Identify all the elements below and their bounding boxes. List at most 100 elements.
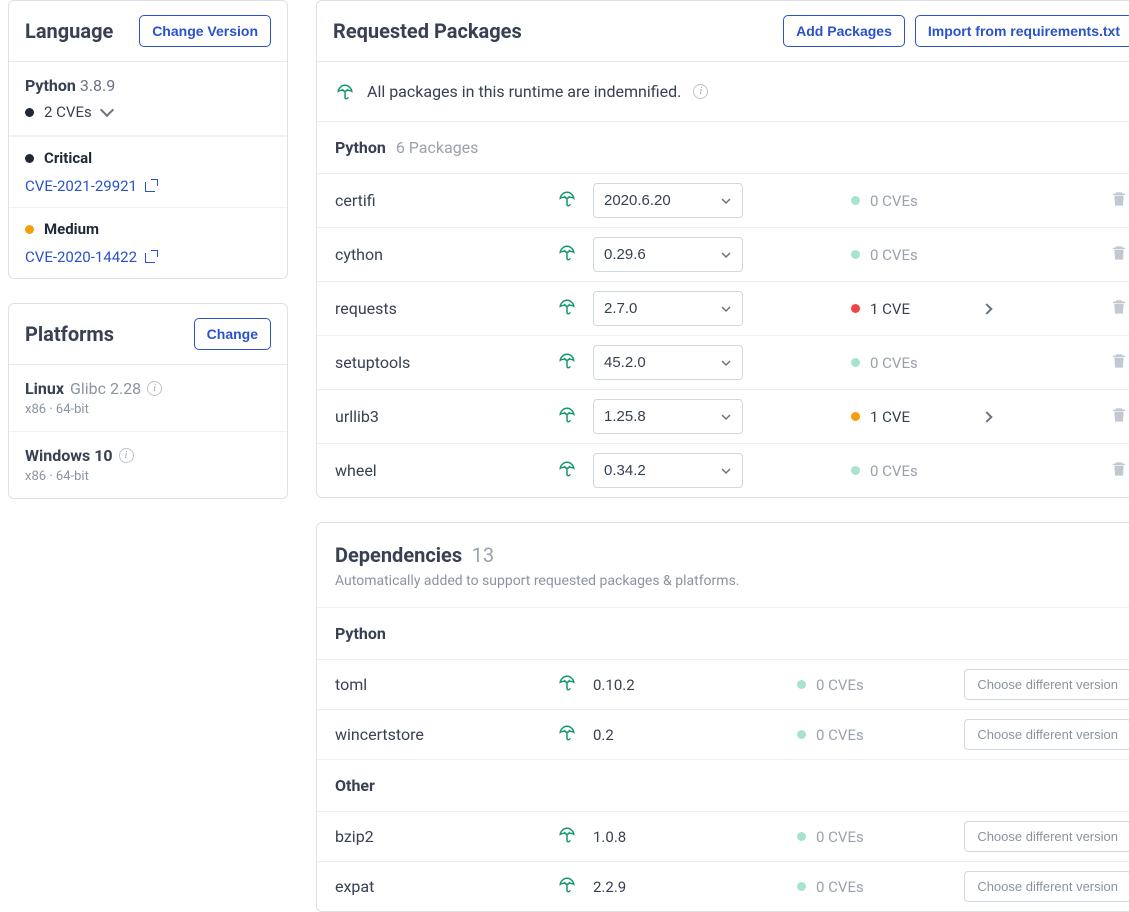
dependency-cve-status: 0 CVEs	[797, 676, 917, 694]
package-row: certifi 2020.6.20 0 CVEs	[317, 173, 1129, 227]
cve-count-text: 0 CVEs	[816, 676, 864, 694]
delete-package-button[interactable]	[1111, 298, 1129, 320]
delete-package-button[interactable]	[1111, 460, 1129, 482]
dependency-row: toml 0.10.2 0 CVEs Choose different vers…	[317, 659, 1129, 709]
cve-link[interactable]: CVE-2020-14422	[25, 248, 157, 266]
cve-count-text: 0 CVEs	[816, 878, 864, 896]
umbrella-icon	[557, 724, 577, 742]
dependency-group-label: Python	[317, 607, 1129, 659]
platforms-title: Platforms	[25, 322, 114, 346]
cve-count-text: 0 CVEs	[816, 726, 864, 744]
cve-dot-icon	[851, 358, 860, 367]
cve-dot-icon	[851, 196, 860, 205]
package-row: requests 2.7.0 1 CVE	[317, 281, 1129, 335]
package-group-header: Python 6 Packages	[317, 122, 1129, 173]
platform-arch: x86 · 64-bit	[25, 469, 271, 484]
cve-link[interactable]: CVE-2021-29921	[25, 177, 157, 195]
delete-package-button[interactable]	[1111, 352, 1129, 374]
packages-title: Requested Packages	[333, 19, 522, 43]
cve-dot-icon	[851, 304, 860, 313]
package-cve-status[interactable]: 1 CVE	[851, 408, 971, 426]
version-select[interactable]: 0.34.2	[593, 453, 743, 488]
info-icon[interactable]: i	[147, 381, 162, 396]
change-version-button[interactable]: Change Version	[139, 15, 271, 47]
package-cve-status: 0 CVEs	[851, 354, 971, 372]
dependencies-title: Dependencies	[335, 543, 462, 567]
chevron-down-icon	[100, 103, 114, 117]
delete-package-button[interactable]	[1111, 406, 1129, 428]
dependency-name: expat	[335, 877, 545, 896]
change-platforms-button[interactable]: Change	[194, 318, 271, 350]
info-icon[interactable]: i	[693, 84, 708, 99]
chevron-right-icon	[981, 411, 992, 422]
cve-count-text: 1 CVE	[870, 408, 910, 426]
version-select[interactable]: 2020.6.20	[593, 183, 743, 218]
language-name: Python	[25, 76, 76, 95]
umbrella-icon	[557, 826, 577, 844]
dependency-name: wincertstore	[335, 725, 545, 744]
package-name: cython	[335, 245, 545, 264]
dependency-version: 2.2.9	[593, 878, 743, 896]
umbrella-icon	[557, 674, 577, 692]
cve-summary-text: 2 CVEs	[44, 103, 92, 121]
package-name: requests	[335, 299, 545, 318]
choose-version-button[interactable]: Choose different version	[964, 719, 1129, 750]
severity-level: Medium	[44, 220, 99, 238]
severity-level: Critical	[44, 149, 92, 167]
dependency-cve-status: 0 CVEs	[797, 726, 917, 744]
dependencies-count: 13	[472, 543, 494, 567]
import-requirements-button[interactable]: Import from requirements.txt	[915, 15, 1129, 47]
platform-name: Windows 10	[25, 446, 113, 465]
version-select[interactable]: 0.29.6	[593, 237, 743, 272]
cve-count-text: 0 CVEs	[816, 828, 864, 846]
cve-dot-icon	[797, 680, 806, 689]
cve-count-text: 0 CVEs	[870, 192, 918, 210]
severity-dot-icon	[25, 154, 34, 163]
dependency-version: 0.2	[593, 726, 743, 744]
delete-package-button[interactable]	[1111, 190, 1129, 212]
platforms-card: Platforms Change Linux Glibc 2.28 i x86 …	[8, 303, 288, 499]
umbrella-icon	[557, 406, 577, 424]
dependency-name: toml	[335, 675, 545, 694]
cve-count-text: 1 CVE	[870, 300, 910, 318]
delete-package-button[interactable]	[1111, 244, 1129, 266]
cve-count-text: 0 CVEs	[870, 354, 918, 372]
package-cve-status: 0 CVEs	[851, 192, 971, 210]
platform-detail: Glibc 2.28	[70, 379, 141, 398]
dependency-group-label: Other	[317, 759, 1129, 811]
package-row: cython 0.29.6 0 CVEs	[317, 227, 1129, 281]
cve-summary-toggle[interactable]: 2 CVEs	[25, 103, 271, 121]
choose-version-button[interactable]: Choose different version	[964, 871, 1129, 902]
package-row: wheel 0.34.2 0 CVEs	[317, 443, 1129, 497]
banner-text: All packages in this runtime are indemni…	[367, 82, 681, 101]
cve-id: CVE-2021-29921	[25, 177, 137, 195]
package-name: certifi	[335, 191, 545, 210]
version-select[interactable]: 1.25.8	[593, 399, 743, 434]
cve-dot-icon	[851, 250, 860, 259]
package-row: setuptools 45.2.0 0 CVEs	[317, 335, 1129, 389]
dependencies-subtitle: Automatically added to support requested…	[335, 573, 1129, 589]
dependency-cve-status: 0 CVEs	[797, 878, 917, 896]
package-cve-status[interactable]: 1 CVE	[851, 300, 971, 318]
dependency-version: 0.10.2	[593, 676, 743, 694]
cve-dot-icon	[851, 412, 860, 421]
umbrella-icon	[557, 460, 577, 478]
package-cve-status: 0 CVEs	[851, 246, 971, 264]
package-group-count: 6 Packages	[396, 138, 479, 157]
external-link-icon	[145, 251, 157, 263]
dependency-row: wincertstore 0.2 0 CVEs Choose different…	[317, 709, 1129, 759]
external-link-icon	[145, 180, 157, 192]
info-icon[interactable]: i	[119, 448, 134, 463]
add-packages-button[interactable]: Add Packages	[783, 15, 905, 47]
choose-version-button[interactable]: Choose different version	[964, 669, 1129, 700]
package-group-label: Python	[335, 138, 386, 157]
version-select[interactable]: 45.2.0	[593, 345, 743, 380]
version-select[interactable]: 2.7.0	[593, 291, 743, 326]
choose-version-button[interactable]: Choose different version	[964, 821, 1129, 852]
umbrella-icon	[557, 298, 577, 316]
language-card: Language Change Version Python 3.8.9 2 C…	[8, 0, 288, 279]
package-cve-status: 0 CVEs	[851, 462, 971, 480]
cve-dot-icon	[797, 832, 806, 841]
umbrella-icon	[557, 190, 577, 208]
dependency-row: expat 2.2.9 0 CVEs Choose different vers…	[317, 861, 1129, 911]
